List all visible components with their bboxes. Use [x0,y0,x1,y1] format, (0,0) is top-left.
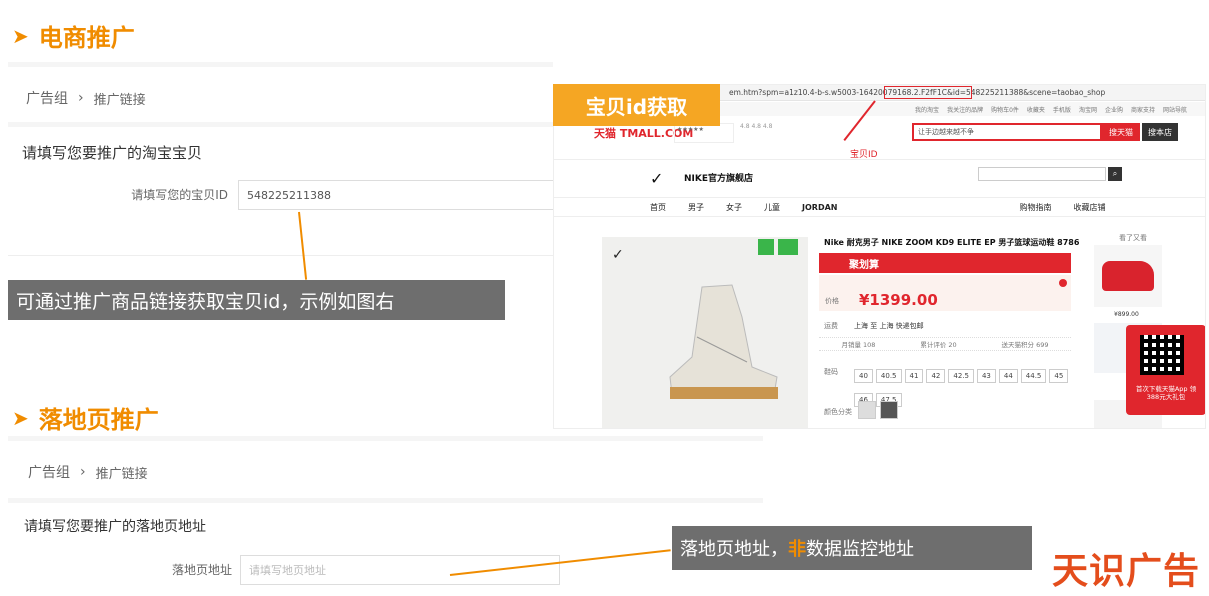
nav-item[interactable]: 儿童 [764,202,780,213]
nav-item[interactable]: 女子 [726,202,742,213]
ecommerce-title-text: 电商推广 [38,24,135,52]
top-link[interactable]: 我关注的品牌 [947,105,983,114]
landing-note-part2: 数据监控地址 [806,539,914,560]
stat-sales: 月销量 108 [841,341,876,349]
delivery-label: 运费 [824,322,838,330]
new-badge [778,239,798,255]
nav-item[interactable]: 收藏店铺 [1073,202,1105,213]
store-score: 4.8 4.8 4.8 [740,123,773,130]
size-option[interactable]: 44 [998,369,1018,383]
nav-item[interactable]: 购物指南 [1019,202,1051,213]
size-option[interactable]: 43 [976,369,996,383]
landing-url-input[interactable] [240,555,560,585]
store-nav: 首页 男子 女子 儿童 JORDAN 购物指南 收藏店铺 [554,197,1205,217]
app-promo-text: 首次下载天猫App 领388元大礼包 [1135,385,1197,402]
divider [8,255,553,256]
coupon-icon[interactable] [1059,279,1067,287]
ecommerce-section-head: 请填写您要推广的淘宝宝贝 [22,144,203,162]
nav-item[interactable]: JORDAN [802,203,837,212]
connector-line [298,211,308,280]
landing-note-part1: 落地页地址， [680,539,788,560]
chevron-right-icon: ➤ [12,405,29,430]
stat-points: 送天猫积分 699 [1001,341,1049,349]
breadcrumb-group[interactable]: 广告组 [26,88,68,108]
size-option[interactable]: 40.5 [875,369,902,383]
panel-divider [8,62,553,67]
landing-note: 落地页地址， 非 数据监控地址 [672,526,1032,570]
item-id-badge: 宝贝id获取 [553,84,720,126]
landing-title-text: 落地页推广 [38,406,159,434]
store-search-input[interactable] [978,167,1106,181]
product-image[interactable]: ✓ [602,237,808,428]
price-label: 价格 [825,297,839,305]
search-tmall-button[interactable]: 搜天猫 [1102,123,1140,141]
item-id-label: 请填写您的宝贝ID [131,188,228,202]
breadcrumb-separator-icon: › [78,90,84,106]
size-option[interactable]: 45 [1049,369,1069,383]
top-link[interactable]: 手机版 [1053,105,1071,114]
color-swatch[interactable] [858,401,876,419]
landing-section-head: 请填写您要推广的落地页地址 [24,519,206,535]
red-shoe-illustration [1102,261,1154,291]
breadcrumb-group[interactable]: 广告组 [28,462,70,482]
search-input[interactable]: 让手边越来越不争 [912,123,1102,141]
size-option[interactable]: 44.5 [1020,369,1047,383]
store-rating-box: ★★★★★ [674,123,734,143]
id-highlight-box [884,86,972,99]
new-badge [758,239,774,255]
top-link[interactable]: 收藏夹 [1027,105,1045,114]
top-link[interactable]: 我的淘宝 [915,105,939,114]
breadcrumb-link: 推广链接 [95,466,148,482]
breadcrumb: 广告组 › 推广链接 [26,88,146,108]
price: ¥1399.00 [859,291,938,309]
ecommerce-note: 可通过推广商品链接获取宝贝id，示例如图右 [8,280,505,320]
landing-note-highlight: 非 [788,539,806,560]
stat-reviews: 累计评价 20 [920,341,957,349]
divider [554,159,1205,160]
search-store-button[interactable]: 搜本店 [1142,123,1178,141]
price-box: 价格 ¥1399.00 [819,275,1071,311]
landing-url-label: 落地页地址 [171,563,232,577]
breadcrumb-link: 推广链接 [93,92,146,108]
stats-row: 月销量 108 累计评价 20 送天猫积分 699 [819,337,1071,351]
product-page-screenshot: em.htm?spm=a1z10.4-b-s.w5003-16420079168… [553,84,1206,429]
qr-code-icon [1140,335,1184,375]
color-label: 颜色分类 [824,408,852,416]
color-swatch[interactable] [880,401,898,419]
store-name[interactable]: NIKE官方旗舰店 [684,171,753,184]
app-promo-box[interactable]: 首次下载天猫App 领388元大礼包 [1126,325,1205,415]
panel-divider [8,436,763,441]
side-price: ¥899.00 [1114,311,1139,318]
top-link[interactable]: 商家支持 [1131,105,1155,114]
nike-swoosh-icon: ✓ [612,247,624,263]
landing-section-title: ➤ 落地页推广 [12,400,159,435]
brand-logo: 天识广告 [1052,551,1201,592]
item-id-input[interactable] [238,180,554,210]
product-title: Nike 耐克男子 NIKE ZOOM KD9 ELITE EP 男子篮球运动鞋… [824,238,1079,247]
size-label: 鞋码 [824,368,838,376]
nike-swoosh-icon: ✓ [650,169,664,188]
nav-item[interactable]: 男子 [688,202,704,213]
delivery: 上海 至 上海 快递包邮 [854,322,924,330]
ecommerce-section-title: ➤ 电商推广 [12,18,135,53]
size-option[interactable]: 40 [854,369,873,383]
top-link[interactable]: 淘宝网 [1079,105,1097,114]
chevron-right-icon: ➤ [12,23,29,48]
panel-divider [8,122,553,127]
breadcrumb: 广告组 › 推广链接 [28,462,148,482]
size-option[interactable]: 41 [904,369,924,383]
panel-divider [8,498,763,503]
promo-banner: 聚划算 [819,253,1071,273]
size-option[interactable]: 42 [926,369,946,383]
top-link[interactable]: 网站导航 [1163,105,1187,114]
top-link[interactable]: 购物车0件 [991,105,1019,114]
side-product-image[interactable] [1094,245,1162,307]
side-title: 看了又看 [1119,234,1147,242]
top-link[interactable]: 企业购 [1105,105,1123,114]
size-option[interactable]: 42.5 [948,369,974,383]
nav-item[interactable]: 首页 [650,202,666,213]
shoe-illustration [669,284,778,399]
breadcrumb-separator-icon: › [80,464,86,480]
search-icon[interactable]: ⌕ [1108,167,1122,181]
